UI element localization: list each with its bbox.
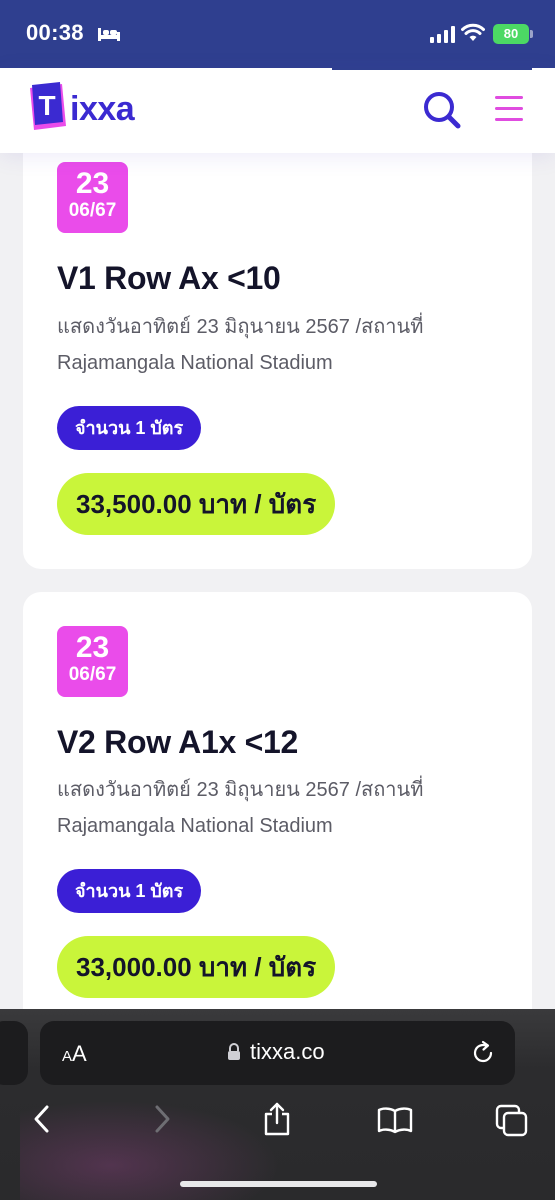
ticket-description: แสดงวันอาทิตย์ 23 มิถุนายน 2567 /สถานที่… — [57, 309, 497, 381]
show-date-venue: แสดงวันอาทิตย์ 23 มิถุนายน 2567 /สถานที่ — [57, 316, 424, 338]
date-day: 23 — [75, 167, 110, 200]
search-icon — [424, 92, 461, 129]
aa-large: A — [72, 1041, 87, 1066]
battery-icon: 80 — [493, 24, 529, 44]
menu-line-icon — [495, 118, 523, 121]
url-text[interactable]: tixxa.co — [250, 1039, 325, 1065]
reader-settings-button[interactable]: AA — [62, 1041, 87, 1067]
quantity-badge: จำนวน 1 บัตร — [57, 406, 202, 450]
ticket-description: แสดงวันอาทิตย์ 23 มิถุนายน 2567 /สถานที่… — [57, 772, 497, 844]
price-badge[interactable]: 33,000.00 บาท / บัตร — [57, 936, 336, 998]
browser-toolbar: AA tixxa.co — [0, 1009, 555, 1200]
quantity-badge: จำนวน 1 บัตร — [57, 869, 202, 913]
site-header: T ixxa — [0, 68, 555, 153]
cellular-signal-icon — [430, 26, 455, 43]
address-bar[interactable]: AA tixxa.co — [40, 1021, 515, 1085]
date-day: 23 — [75, 631, 110, 664]
status-time: 00:38 — [26, 20, 84, 45]
back-icon[interactable] — [30, 1104, 54, 1134]
reload-icon[interactable] — [470, 1040, 496, 1066]
price-badge[interactable]: 33,500.00 บาท / บัตร — [57, 473, 336, 535]
venue-name: Rajamangala National Stadium — [57, 352, 333, 374]
aa-small: A — [62, 1048, 73, 1065]
search-button[interactable] — [422, 90, 462, 130]
menu-line-icon — [495, 107, 523, 110]
date-month: 06/67 — [68, 200, 117, 221]
hamburger-menu-button[interactable] — [495, 96, 525, 124]
previous-tab-edge[interactable] — [0, 1021, 28, 1085]
battery-tip — [530, 30, 533, 38]
logo-initial: T — [38, 90, 55, 121]
sleep-mode-icon — [98, 28, 120, 41]
status-bar: 00:38 80 — [0, 0, 555, 68]
share-icon[interactable] — [262, 1101, 292, 1137]
date-badge: 23 06/67 — [57, 626, 128, 697]
menu-line-icon — [495, 96, 523, 99]
logo-text[interactable]: ixxa — [70, 90, 135, 129]
ticket-card[interactable]: 23 06/67 V1 Row Ax <10 แสดงวันอาทิตย์ 23… — [23, 128, 532, 569]
wifi-icon — [461, 23, 485, 41]
show-date-venue: แสดงวันอาทิตย์ 23 มิถุนายน 2567 /สถานที่ — [57, 779, 424, 801]
header-divider — [332, 68, 532, 70]
date-month: 06/67 — [68, 664, 117, 685]
date-badge: 23 06/67 — [57, 162, 128, 233]
ticket-title: V2 Row A1x <12 — [57, 724, 298, 760]
tixxa-logo-icon[interactable]: T — [28, 82, 68, 134]
home-indicator — [180, 1181, 377, 1187]
bookmarks-icon[interactable] — [377, 1106, 413, 1134]
lock-icon — [228, 1043, 240, 1060]
forward-icon[interactable] — [150, 1104, 174, 1134]
tabs-icon[interactable] — [495, 1104, 529, 1138]
venue-name: Rajamangala National Stadium — [57, 815, 333, 837]
ticket-title: V1 Row Ax <10 — [57, 260, 281, 296]
ticket-card[interactable]: 23 06/67 V2 Row A1x <12 แสดงวันอาทิตย์ 2… — [23, 592, 532, 1052]
